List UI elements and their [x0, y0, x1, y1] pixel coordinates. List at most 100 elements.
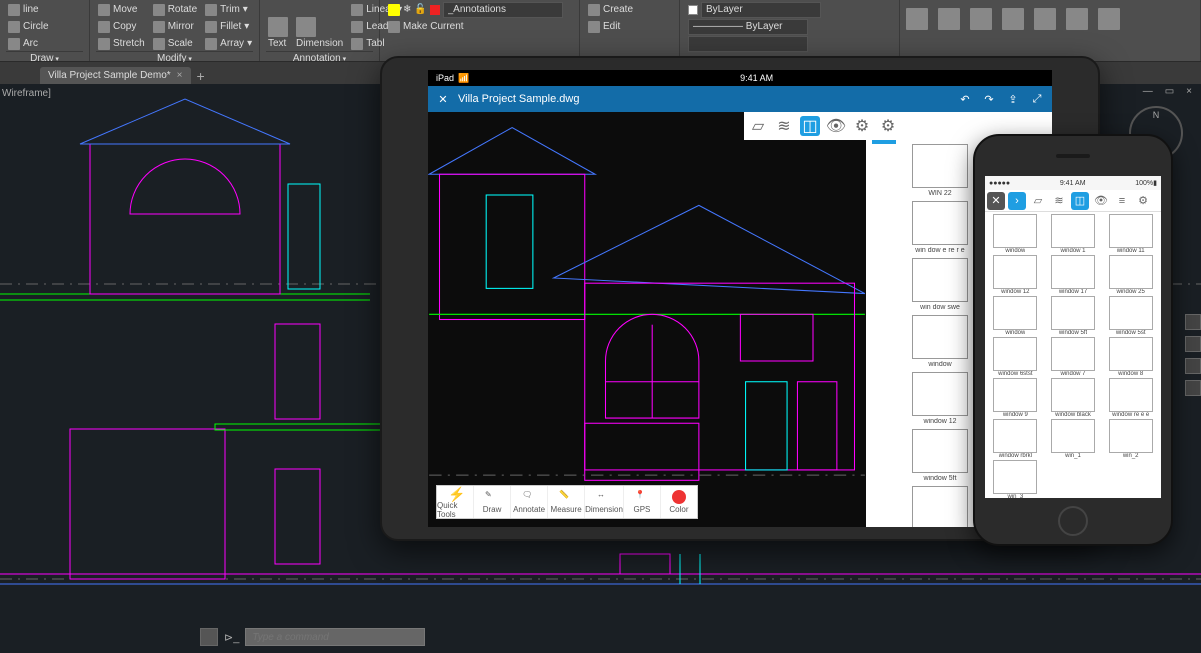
iphone-block-13[interactable]: window black — [1045, 378, 1102, 418]
iphone-sliders-icon[interactable]: ≡ — [1113, 192, 1131, 210]
ipad-block-12[interactable]: window 7 — [904, 484, 976, 527]
ipad-side-layers[interactable]: ≋ — [774, 116, 794, 136]
iphone-block-6[interactable]: window — [987, 296, 1044, 336]
iphone-block-14[interactable]: window re e e — [1102, 378, 1159, 418]
ipad-tool-quicktools[interactable]: ⚡Quick Tools — [437, 486, 474, 518]
make-current-button[interactable]: Make Current — [386, 19, 565, 34]
ipad-block-6[interactable]: window — [904, 313, 976, 368]
misc-icon-4[interactable] — [1002, 8, 1024, 30]
misc-icon-6[interactable] — [1066, 8, 1088, 30]
linetype-input[interactable] — [688, 36, 808, 52]
bylayer-line[interactable] — [686, 19, 823, 34]
text-icon — [268, 17, 288, 37]
create-button[interactable]: Create — [586, 2, 635, 17]
ribbon-dimension[interactable] — [294, 19, 345, 34]
ipad-block-10[interactable]: window 5ft — [904, 427, 976, 482]
iphone-layers-icon[interactable]: ≋ — [1050, 192, 1068, 210]
iphone-view-icon[interactable]: ▱ — [1029, 192, 1047, 210]
iphone-block-1[interactable]: window 1 — [1045, 214, 1102, 254]
ipad-file-title: Villa Project Sample.dwg — [458, 93, 579, 105]
ipad-side-view[interactable]: ▱ — [748, 116, 768, 136]
block-thumb — [1109, 419, 1153, 453]
ipad-canvas[interactable]: ⚡Quick Tools ✎Draw 🗨Annotate 📏Measure ↔D… — [428, 112, 866, 527]
ribbon-text[interactable] — [266, 19, 290, 34]
expand-icon[interactable]: ⤢ — [1030, 92, 1044, 106]
doc-tab[interactable]: Villa Project Sample Demo* × — [40, 67, 191, 84]
iphone-block-12[interactable]: window 9 — [987, 378, 1044, 418]
layer-selector[interactable]: ❄ 🔓 — [386, 2, 565, 17]
ribbon-fillet[interactable]: Fillet ▾ — [203, 19, 254, 34]
iphone-block-4[interactable]: window 17 — [1045, 255, 1102, 295]
iphone-settings-icon[interactable]: ⚙ — [1134, 192, 1152, 210]
bylayer-input[interactable] — [701, 2, 821, 18]
ribbon-array[interactable]: Array ▾ — [203, 36, 254, 51]
edit-icon — [588, 21, 600, 33]
doc-tab-close[interactable]: × — [177, 70, 183, 81]
misc-icon-5[interactable] — [1034, 8, 1056, 30]
iphone-block-2[interactable]: window 11 — [1102, 214, 1159, 254]
iphone-block-15[interactable]: window rbrkl — [987, 419, 1044, 459]
ipad-tool-measure[interactable]: 📏Measure — [548, 486, 585, 518]
block-thumb — [912, 315, 968, 359]
ipad-close-icon[interactable]: ✕ — [436, 92, 450, 106]
block-label: window rbrkl — [999, 453, 1032, 459]
ipad-tool-annotate[interactable]: 🗨Annotate — [511, 486, 548, 518]
ipad-side-settings[interactable]: ⚙ — [878, 116, 898, 136]
lineweight-input[interactable] — [688, 19, 808, 35]
bylayer-color[interactable] — [686, 2, 823, 17]
new-tab-button[interactable]: + — [197, 68, 205, 84]
iphone-block-3[interactable]: window 12 — [987, 255, 1044, 295]
undo-icon[interactable]: ↶ — [958, 92, 972, 106]
iphone-home-button[interactable] — [1058, 506, 1088, 536]
block-thumb — [993, 419, 1037, 453]
ribbon-draw-circle[interactable]: Circle — [6, 19, 51, 34]
edit-button[interactable]: Edit — [586, 19, 635, 34]
ribbon-draw-line[interactable]: line — [6, 2, 51, 17]
ribbon-scale[interactable]: Scale — [151, 36, 199, 51]
iphone-block-8[interactable]: window 5st — [1102, 296, 1159, 336]
cmd-menu-button[interactable] — [200, 628, 218, 646]
iphone-block-7[interactable]: window 5ft — [1045, 296, 1102, 336]
iphone-block-17[interactable]: win_2 — [1102, 419, 1159, 459]
iphone-expand-arrow[interactable]: › — [1008, 192, 1026, 210]
iphone-block-0[interactable]: window — [987, 214, 1044, 254]
iphone-block-9[interactable]: window 6stst — [987, 337, 1044, 377]
iphone-block-11[interactable]: window 8 — [1102, 337, 1159, 377]
ipad-tool-dimension[interactable]: ↔Dimension — [585, 486, 624, 518]
iphone-close-icon[interactable]: ✕ — [987, 192, 1005, 210]
ribbon-trim[interactable]: Trim ▾ — [203, 2, 254, 17]
ipad-side-blocks[interactable]: ◫ — [800, 116, 820, 136]
misc-icon-1[interactable] — [906, 8, 928, 30]
iphone-block-10[interactable]: window 7 — [1045, 337, 1102, 377]
bylayer-type[interactable] — [686, 36, 823, 51]
ipad-block-0[interactable]: WIN 22 — [904, 142, 976, 197]
ipad-block-4[interactable]: win dow swe — [904, 256, 976, 311]
iphone-block-5[interactable]: window 25 — [1102, 255, 1159, 295]
ipad-tool-gps[interactable]: 📍GPS — [624, 486, 661, 518]
iphone-block-grid[interactable]: windowwindow 1window 11window 12window 1… — [985, 212, 1161, 498]
ipad-tool-color[interactable]: Color — [661, 486, 697, 518]
iphone-block-18[interactable]: win_3 — [987, 460, 1044, 498]
ribbon-stretch[interactable]: Stretch — [96, 36, 147, 51]
ribbon-draw-arc[interactable]: Arc — [6, 36, 51, 51]
iphone-eye-icon[interactable]: 👁 — [1092, 192, 1110, 210]
iphone-top-toolbar: ✕ › ▱ ≋ ◫ 👁 ≡ ⚙ — [985, 190, 1161, 212]
ribbon-rotate[interactable]: Rotate — [151, 2, 199, 17]
current-layer-input[interactable] — [443, 2, 563, 18]
share-icon[interactable]: ⇪ — [1006, 92, 1020, 106]
misc-icon-2[interactable] — [938, 8, 960, 30]
ipad-block-2[interactable]: win dow e re r e — [904, 199, 976, 254]
iphone-blocks-icon[interactable]: ◫ — [1071, 192, 1089, 210]
command-input[interactable] — [245, 628, 425, 646]
misc-icon-3[interactable] — [970, 8, 992, 30]
ipad-side-sliders[interactable]: ⚙ — [852, 116, 872, 136]
ribbon-mirror[interactable]: Mirror — [151, 19, 199, 34]
ribbon-move[interactable]: Move — [96, 2, 147, 17]
ipad-side-visibility[interactable]: 👁 — [826, 116, 846, 136]
redo-icon[interactable]: ↷ — [982, 92, 996, 106]
misc-icon-7[interactable] — [1098, 8, 1120, 30]
ribbon-copy[interactable]: Copy — [96, 19, 147, 34]
ipad-tool-draw[interactable]: ✎Draw — [474, 486, 511, 518]
ipad-block-8[interactable]: window 12 — [904, 370, 976, 425]
iphone-block-16[interactable]: win_1 — [1045, 419, 1102, 459]
